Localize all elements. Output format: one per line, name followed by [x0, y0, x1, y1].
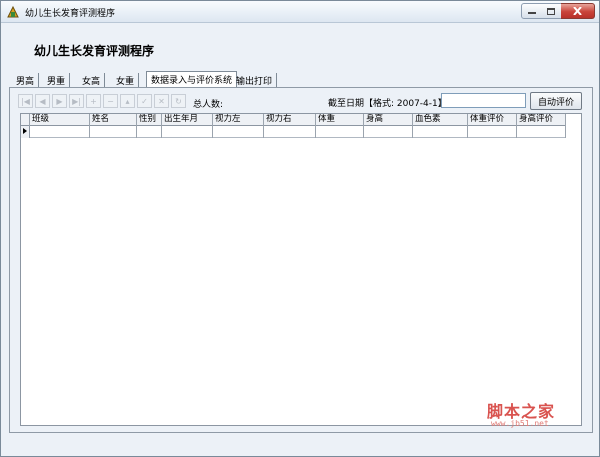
status-bar [2, 436, 599, 456]
header-indicator [21, 114, 30, 126]
first-record-button[interactable]: |◀ [18, 94, 33, 108]
grid-cell[interactable] [468, 126, 517, 138]
tab-print-output[interactable]: 输出打印 [232, 73, 278, 88]
page-title: 幼儿生长发育评测程序 [34, 44, 155, 58]
minimize-icon [527, 12, 536, 14]
insert-icon: + [90, 96, 97, 106]
tab-girl-height[interactable]: 女高 [78, 73, 106, 88]
current-row-icon [23, 128, 27, 134]
total-count-label: 总人数: [193, 100, 224, 110]
column-header-height-eval[interactable]: 身高评价 [517, 114, 566, 126]
navigator-toolbar: |◀ ◀ ▶ ▶| + − ▴ ✓ ✕ ↻ [18, 94, 188, 108]
auto-evaluate-button[interactable]: 自动评价 [530, 92, 582, 110]
tab-boy-height[interactable]: 男高 [12, 73, 40, 88]
tab-girl-weight[interactable]: 女重 [112, 73, 140, 88]
maximize-icon [547, 7, 555, 15]
maximize-button[interactable] [541, 3, 562, 19]
grid-cell[interactable] [30, 126, 90, 138]
cutoff-date-label: 截至日期【格式: 2007-4-1】 [328, 99, 447, 109]
column-header-name[interactable]: 姓名 [90, 114, 137, 126]
last-record-button[interactable]: ▶| [69, 94, 84, 108]
watermark-url: www.jb51.net [491, 419, 549, 428]
column-header-weight[interactable]: 体重 [316, 114, 364, 126]
prior-record-button[interactable]: ◀ [35, 94, 50, 108]
minimize-button[interactable] [521, 3, 542, 19]
edit-record-button[interactable]: ▴ [120, 94, 135, 108]
grid-cell[interactable] [213, 126, 264, 138]
post-record-button[interactable]: ✓ [137, 94, 152, 108]
column-header-hemoglobin[interactable]: 血色素 [413, 114, 468, 126]
column-header-class[interactable]: 班级 [30, 114, 90, 126]
next-record-button[interactable]: ▶ [52, 94, 67, 108]
first-icon: |◀ [21, 96, 30, 106]
column-header-birth[interactable]: 出生年月 [162, 114, 213, 126]
grid-cell[interactable] [90, 126, 137, 138]
edit-icon: ▴ [125, 96, 130, 106]
grid-cell[interactable] [413, 126, 468, 138]
prior-icon: ◀ [39, 96, 46, 106]
grid-header-row: 班级 姓名 性别 出生年月 视力左 视力右 体重 身高 血色素 体重评价 身高评… [21, 114, 566, 126]
window-title: 幼儿生长发育评测程序 [25, 9, 116, 19]
data-entry-panel: |◀ ◀ ▶ ▶| + − ▴ ✓ ✕ ↻ 总人数: 截至日期【格式: 2007… [9, 87, 593, 433]
grid-cell[interactable] [364, 126, 413, 138]
grid-cell[interactable] [316, 126, 364, 138]
data-grid[interactable]: 班级 姓名 性别 出生年月 视力左 视力右 体重 身高 血色素 体重评价 身高评… [20, 113, 582, 426]
insert-record-button[interactable]: + [86, 94, 101, 108]
column-header-vision-left[interactable]: 视力左 [213, 114, 264, 126]
column-header-height[interactable]: 身高 [364, 114, 413, 126]
table-row[interactable] [21, 126, 566, 138]
tab-data-entry[interactable]: 数据录入与评价系统 [146, 71, 238, 88]
close-button[interactable] [561, 3, 595, 19]
last-icon: ▶| [72, 96, 81, 106]
cutoff-date-input[interactable] [441, 93, 526, 108]
delete-record-button[interactable]: − [103, 94, 118, 108]
app-window: 幼儿生长发育评测程序 幼儿生长发育评测程序 男高 男重 女高 女重 数据录入与评… [0, 0, 600, 457]
header-area: 幼儿生长发育评测程序 [2, 24, 599, 71]
grid-cell[interactable] [264, 126, 316, 138]
cancel-icon: ✕ [158, 96, 165, 106]
title-bar[interactable]: 幼儿生长发育评测程序 [1, 1, 599, 23]
app-icon [7, 5, 19, 18]
cancel-record-button[interactable]: ✕ [154, 94, 169, 108]
grid-cell[interactable] [137, 126, 162, 138]
next-icon: ▶ [56, 96, 63, 106]
post-icon: ✓ [141, 96, 148, 106]
column-header-gender[interactable]: 性别 [137, 114, 162, 126]
grid-cell[interactable] [162, 126, 213, 138]
tab-strip: 男高 男重 女高 女重 数据录入与评价系统 输出打印 [2, 71, 599, 88]
grid-cell[interactable] [517, 126, 566, 138]
refresh-icon: ↻ [175, 96, 182, 106]
refresh-button[interactable]: ↻ [171, 94, 186, 108]
close-icon [573, 7, 582, 15]
delete-icon: − [107, 96, 114, 106]
row-indicator [21, 126, 30, 138]
tab-boy-weight[interactable]: 男重 [43, 73, 71, 88]
column-header-weight-eval[interactable]: 体重评价 [468, 114, 517, 126]
column-header-vision-right[interactable]: 视力右 [264, 114, 316, 126]
